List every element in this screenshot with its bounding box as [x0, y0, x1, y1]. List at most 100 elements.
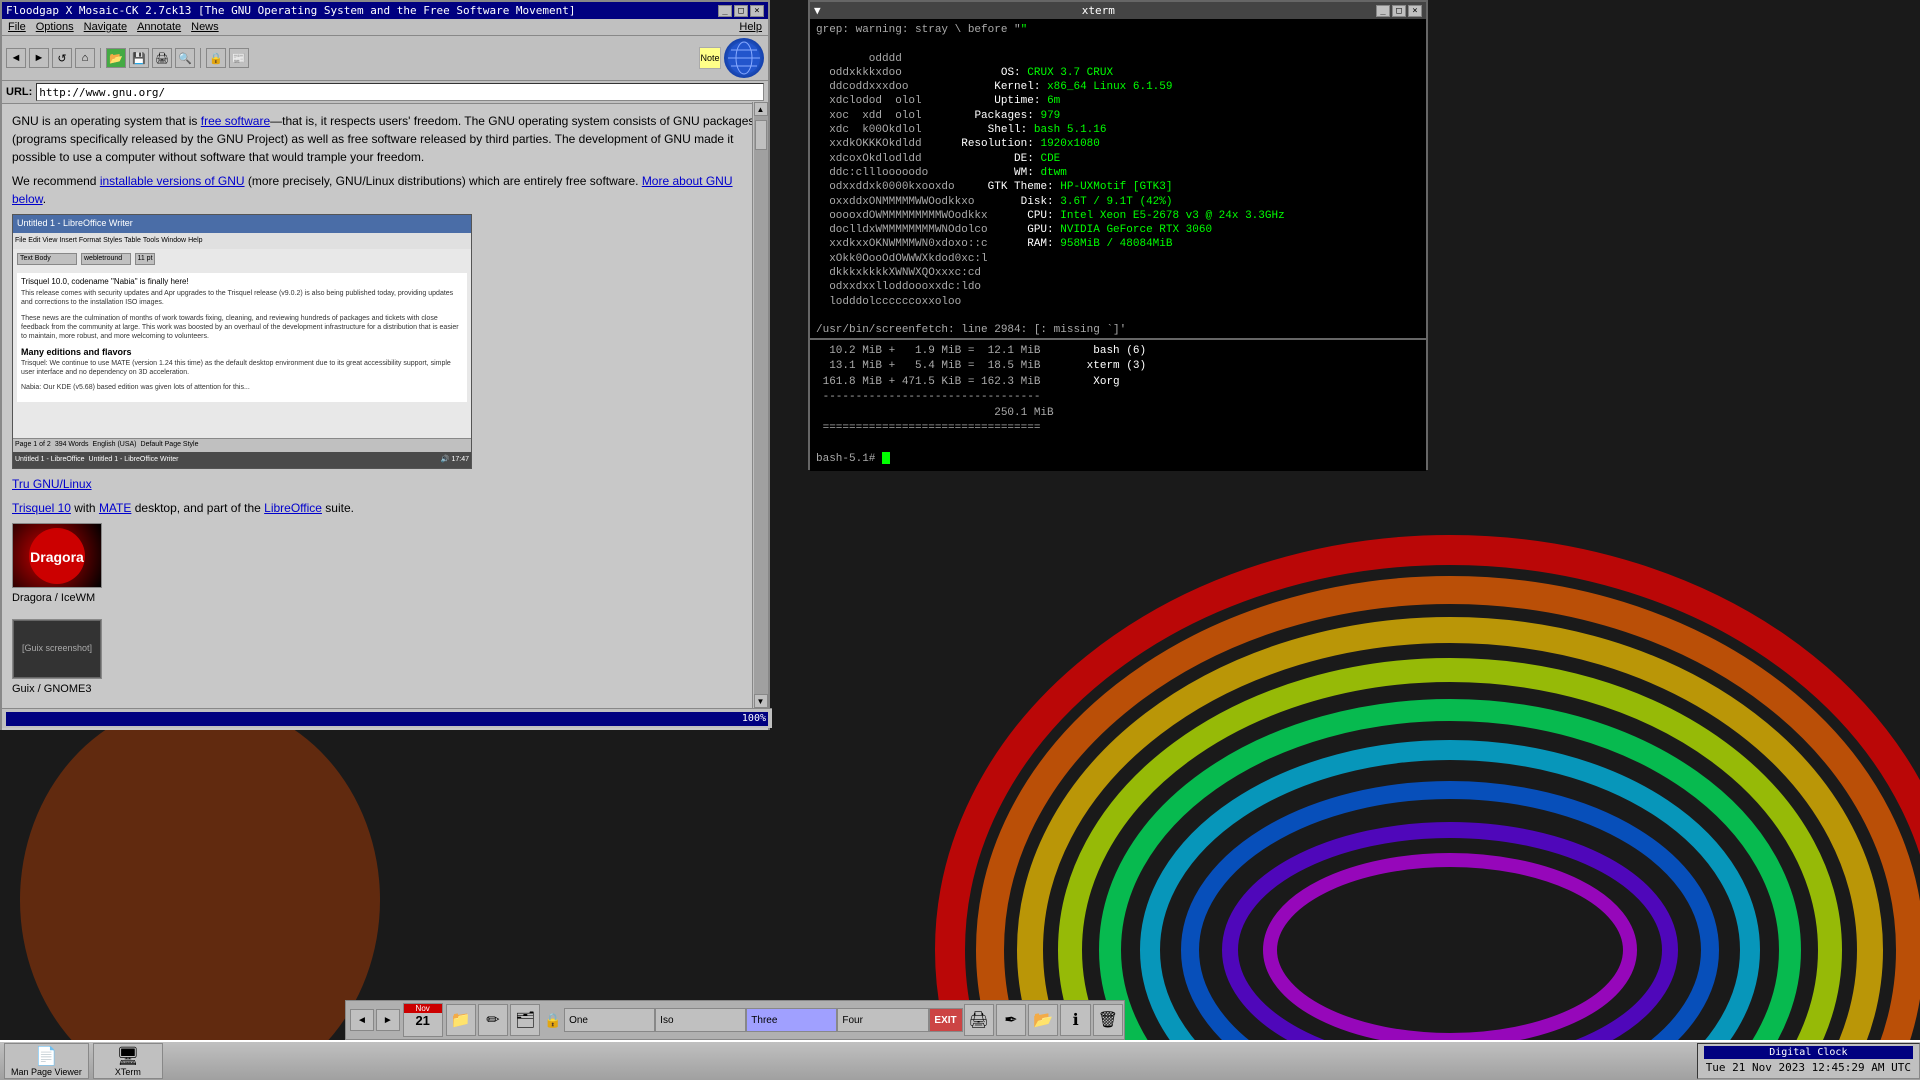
wm-pen-icon[interactable]: ✒ [996, 1004, 1026, 1036]
menu-annotate[interactable]: Annotate [137, 21, 181, 33]
xterm-controls: _ □ × [1376, 5, 1422, 17]
xterm-window: ▼ xterm _ □ × grep: warning: stray \ bef… [808, 0, 1428, 340]
recommend-paragraph: We recommend installable versions of GNU… [12, 172, 758, 208]
libreoffice-link[interactable]: LibreOffice [264, 501, 322, 515]
menu-news[interactable]: News [191, 21, 219, 33]
xterm-close[interactable]: × [1408, 5, 1422, 17]
calendar-btn[interactable]: Nov 21 [403, 1003, 443, 1037]
progress-bar: 100% [6, 712, 768, 726]
menu-file[interactable]: File [8, 21, 26, 33]
menu-options[interactable]: Options [36, 21, 74, 33]
wm-desktop-three[interactable]: Three [746, 1008, 837, 1032]
wm-print-icon[interactable]: 🖨 [964, 1004, 994, 1036]
manpage-icon: 📄 [35, 1046, 57, 1067]
home-button[interactable]: ⌂ [75, 48, 95, 68]
lo-toolbar-row: Text Body webletround 11 pt [17, 253, 467, 265]
wm-desktop-one[interactable]: One [564, 1008, 655, 1032]
xterm-line-4: ddcoddxxxdoo Kernel: x86_64 Linux 6.1.59 [816, 80, 1420, 94]
lo-bottom-label1: Untitled 1 - LibreOffice [15, 455, 85, 466]
guix-section: [Guix screenshot] Guix / GNOME3 [12, 619, 758, 704]
wm-folder2-icon[interactable]: 📂 [1028, 1004, 1058, 1036]
url-input[interactable] [36, 83, 764, 101]
xterm-titlebar: ▼ xterm _ □ × [810, 2, 1426, 19]
taskbar-manpage-btn[interactable]: 📄 Man Page Viewer [4, 1043, 89, 1079]
guix-label: Guix / GNOME3 [12, 681, 758, 698]
lo-toolbar: File Edit View Insert Format Styles Tabl… [13, 233, 471, 249]
security-button[interactable]: 🔒 [206, 48, 226, 68]
menu-navigate[interactable]: Navigate [84, 21, 127, 33]
url-label: URL: [6, 86, 32, 98]
news-icon[interactable]: 📰 [229, 48, 249, 68]
taskbar-xterm-btn[interactable]: 🖥 XTerm [93, 1043, 163, 1079]
lo-menu-format: Format [79, 236, 101, 247]
wm-nav-left[interactable]: ◄ [350, 1009, 374, 1031]
lo-word-count: 394 Words [55, 440, 89, 451]
tru-gnu-linux-link[interactable]: Tru GNU/Linux [12, 477, 92, 491]
lo-content: Text Body webletround 11 pt Trisquel 10.… [13, 249, 471, 438]
mem-content[interactable]: 10.2 MiB + 1.9 MiB = 12.1 MiB bash (6) 1… [810, 340, 1426, 471]
mosaic-scrollbar[interactable]: ▲ ▼ [752, 102, 768, 708]
xterm-minimize[interactable]: _ [1376, 5, 1390, 17]
free-software-link[interactable]: free software [201, 114, 270, 128]
installable-link[interactable]: installable versions of GNU [100, 174, 245, 188]
reload-button[interactable]: ↺ [52, 48, 72, 68]
svg-text:Dragora: Dragora [30, 549, 84, 565]
open-button[interactable]: 📂 [106, 48, 126, 68]
xterm-line-10: ddc:clllooooodo WM: dtwm [816, 166, 1420, 180]
wm-files-icon[interactable]: 📁 [446, 1004, 476, 1036]
menu-help[interactable]: Help [739, 21, 762, 33]
wm-desktop-iso[interactable]: Iso [655, 1008, 746, 1032]
print-button[interactable]: 🖨 [152, 48, 172, 68]
xterm-line-18: odxxdxxlloddoooxxdc:ldo [816, 280, 1420, 294]
mosaic-toolbar: ◄ ► ↺ ⌂ 📂 💾 🖨 🔍 🔒 📰 Note [2, 36, 768, 81]
lo-default-page: Default Page Style [141, 440, 199, 451]
wm-nav-right[interactable]: ► [376, 1009, 400, 1031]
lo-title-label: Untitled 1 - LibreOffice Writer [17, 217, 133, 231]
back-button[interactable]: ◄ [6, 48, 26, 68]
forward-button[interactable]: ► [29, 48, 49, 68]
mosaic-statusbar: 100% [2, 708, 772, 728]
mosaic-minimize-btn[interactable]: _ [718, 5, 732, 17]
scroll-down-btn[interactable]: ▼ [754, 694, 768, 708]
mosaic-close-btn[interactable]: × [750, 5, 764, 17]
note-icon: Note [699, 47, 721, 69]
xterm-line-17: dkkkxkkkkXWNWXQOxxxc:cd [816, 266, 1420, 280]
mem-line-sep1: --------------------------------- [816, 390, 1420, 405]
mosaic-content-area[interactable]: GNU is an operating system that is free … [2, 104, 768, 730]
mosaic-menubar: File Options Navigate Annotate News Help [2, 19, 768, 36]
guix-img-content: [Guix screenshot] [14, 621, 100, 677]
mem-line-4 [816, 436, 1420, 451]
globe-icon [724, 38, 764, 78]
xterm-line-3: oddxkkkxdoo OS: CRUX 3.7 CRUX [816, 66, 1420, 80]
wm-folder-icon[interactable]: 🗂 [510, 1004, 540, 1036]
xterm-content[interactable]: grep: warning: stray \ before "" odddd o… [810, 19, 1426, 335]
trisquel-link[interactable]: Trisquel 10 [12, 501, 71, 515]
xterm-line-5: xdclodod olol Uptime: 6m [816, 94, 1420, 108]
wm-desktop-one-label: One [569, 1015, 588, 1026]
wm-info-icon[interactable]: ℹ [1060, 1004, 1090, 1036]
mosaic-maximize-btn[interactable]: □ [734, 5, 748, 17]
clock-title: Digital Clock [1704, 1046, 1913, 1059]
find-button[interactable]: 🔍 [175, 48, 195, 68]
wm-edit-icon[interactable]: ✏ [478, 1004, 508, 1036]
mem-line-sep2: ================================= [816, 421, 1420, 436]
save-button[interactable]: 💾 [129, 48, 149, 68]
xterm-maximize[interactable]: □ [1392, 5, 1406, 17]
lo-bottom-time: 🔊 17:47 [441, 455, 469, 466]
xterm-line-6: xoc xdd olol Packages: 979 [816, 109, 1420, 123]
scroll-up-btn[interactable]: ▲ [754, 102, 768, 116]
wm-exit-label: EXIT [934, 1015, 956, 1026]
xterm-label: XTerm [115, 1067, 141, 1077]
xterm-line-9: xdcoxOkdlodldd DE: CDE [816, 152, 1420, 166]
mate-link[interactable]: MATE [99, 501, 131, 515]
wm-trash-icon[interactable]: 🗑 [1093, 1004, 1123, 1036]
wm-desktop-four[interactable]: Four [837, 1008, 928, 1032]
wm-exit-btn[interactable]: EXIT [929, 1008, 963, 1032]
lo-menu-tools: Tools [143, 236, 159, 247]
xterm-line-16: xOkk0OooOdOWWWXkdod0xc:l [816, 252, 1420, 266]
scroll-thumb[interactable] [755, 120, 767, 150]
scroll-track[interactable] [754, 116, 768, 694]
calendar-day: 21 [415, 1013, 429, 1028]
libreoffice-screenshot: Untitled 1 - LibreOffice Writer File Edi… [12, 214, 472, 469]
mosaic-window-controls: _ □ × [718, 5, 764, 17]
